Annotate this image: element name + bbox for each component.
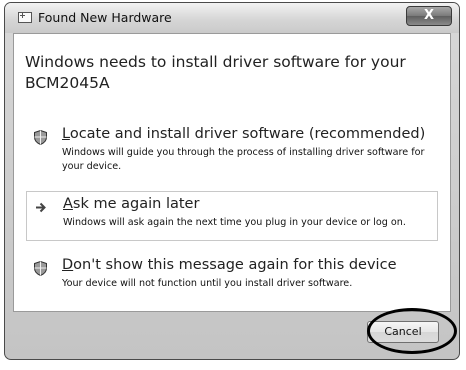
arrow-right-icon [36,202,46,213]
option-title: Locate and install driver software (reco… [62,126,425,142]
option-ask-again-later[interactable]: Ask me again later Windows will ask agai… [26,191,438,241]
option-description: Windows will guide you through the proce… [62,147,425,172]
option-title: Don't show this message again for this d… [62,257,396,273]
option-description: Your device will not function until you … [62,278,353,289]
access-key: A [63,196,73,212]
access-key: D [62,257,74,273]
option-title-text: ocate and install driver software (recom… [69,126,426,142]
dialog-content: Windows needs to install driver software… [13,33,451,312]
dialog-heading: Windows needs to install driver software… [25,53,406,92]
shield-icon [34,130,47,145]
shield-icon [34,261,47,276]
option-dont-show-again[interactable]: Don't show this message again for this d… [26,253,438,303]
title-bar[interactable]: Found New Hardware X [5,3,459,33]
close-button[interactable]: X [406,6,452,26]
option-description: Windows will ask again the next time you… [63,217,406,228]
found-new-hardware-dialog: Found New Hardware X Windows needs to in… [4,2,460,360]
access-key: L [62,126,70,142]
option-locate-and-install[interactable]: Locate and install driver software (reco… [26,122,438,186]
option-title: Ask me again later [63,196,199,212]
window-title: Found New Hardware [38,10,172,25]
option-title-text: on't show this message again for this de… [73,257,397,273]
highlight-circle [367,308,457,354]
hardware-window-icon [18,12,32,23]
option-title-text: sk me again later [72,196,200,212]
